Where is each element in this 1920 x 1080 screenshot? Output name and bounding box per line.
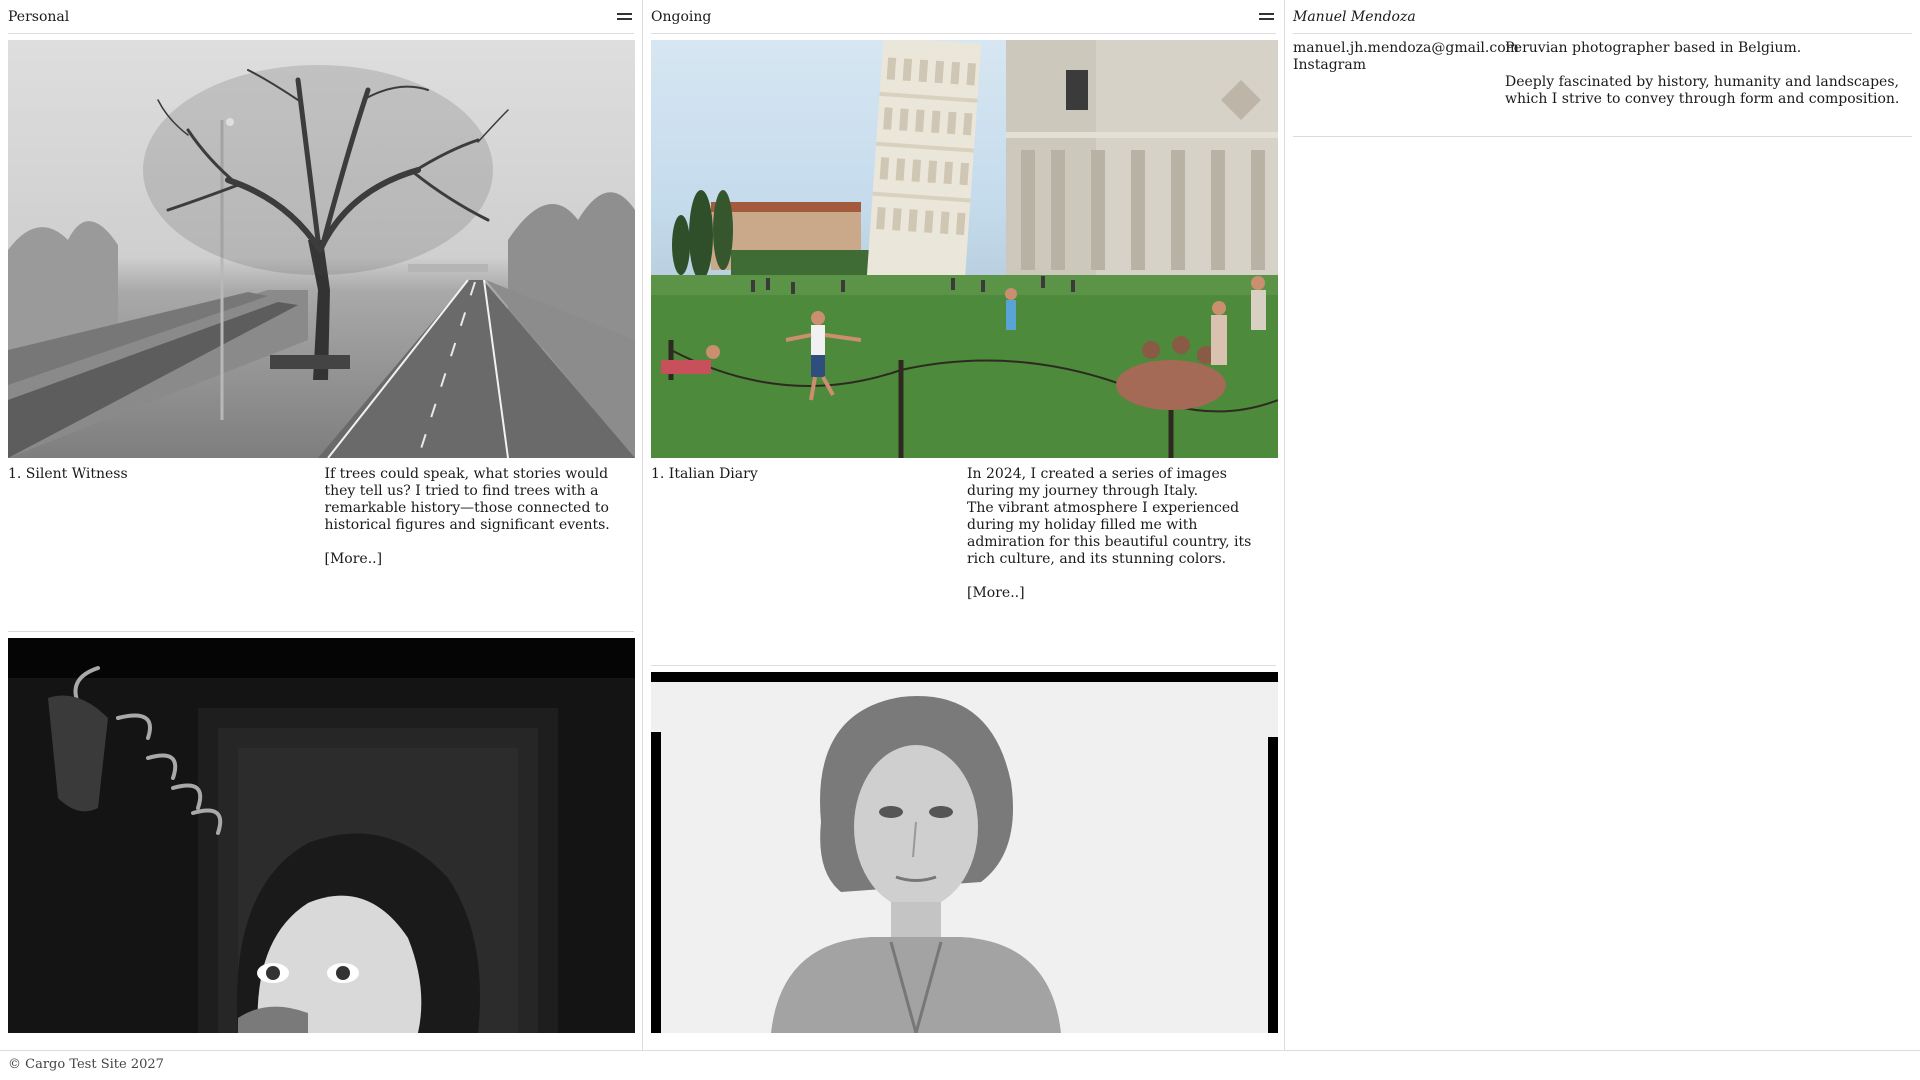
column-title-personal[interactable]: Personal — [8, 0, 69, 34]
project-title[interactable]: 1. Italian Diary — [651, 466, 967, 602]
instagram-link[interactable]: Instagram — [1293, 57, 1505, 74]
column-header-personal: Personal — [8, 0, 634, 34]
bio-text: Deeply fascinated by history, humanity a… — [1505, 74, 1900, 107]
column-title-ongoing[interactable]: Ongoing — [651, 0, 711, 34]
project-description: If trees could speak, what stories would… — [325, 466, 635, 568]
column-personal: Personal 1. Silent Witness If trees coul… — [0, 0, 643, 1050]
about-info: manuel.jh.mendoza@gmail.com Instagram Pe… — [1293, 40, 1912, 137]
project-silent-witness: 1. Silent Witness If trees could speak, … — [8, 40, 635, 568]
menu-icon[interactable] — [1259, 11, 1274, 21]
project-second-ongoing — [651, 672, 1278, 1033]
project-caption: 1. Silent Witness If trees could speak, … — [8, 466, 634, 568]
footer: © Cargo Test Site 2027 — [0, 1050, 1920, 1080]
project-description-text: In 2024, I created a series of images du… — [966, 466, 1227, 499]
project-image-woman-portrait[interactable] — [651, 672, 1278, 1033]
more-link[interactable]: [More..] — [325, 551, 383, 568]
project-caption: 1. Italian Diary In 2024, I created a se… — [651, 466, 1276, 602]
bio: Peruvian photographer based in Belgium. … — [1505, 40, 1912, 108]
column-header-about: Manuel Mendoza — [1293, 0, 1912, 34]
site-title[interactable]: Manuel Mendoza — [1293, 0, 1416, 34]
project-description-text: The vibrant atmosphere I experienced dur… — [966, 500, 1252, 567]
footer-copyright: © Cargo Test Site 2027 — [8, 1057, 164, 1072]
column-about: Manuel Mendoza manuel.jh.mendoza@gmail.c… — [1285, 0, 1920, 1050]
project-second-personal — [8, 638, 635, 1033]
project-title[interactable]: 1. Silent Witness — [8, 466, 325, 568]
divider — [8, 631, 634, 632]
bio-text: Peruvian photographer based in Belgium. — [1505, 40, 1802, 56]
project-image-italian-diary[interactable] — [651, 40, 1278, 458]
email-link[interactable]: manuel.jh.mendoza@gmail.com — [1293, 40, 1519, 57]
menu-icon[interactable] — [617, 11, 632, 21]
page: Personal 1. Silent Witness If trees coul… — [0, 0, 1920, 1080]
contact-links: manuel.jh.mendoza@gmail.com Instagram — [1293, 40, 1519, 108]
project-description: In 2024, I created a series of images du… — [967, 466, 1276, 602]
project-description-text: If trees could speak, what stories would… — [324, 466, 610, 533]
project-image-silent-witness[interactable] — [8, 40, 635, 458]
project-italian-diary: 1. Italian Diary In 2024, I created a se… — [651, 40, 1278, 602]
column-header-ongoing: Ongoing — [651, 0, 1276, 34]
more-link[interactable]: [More..] — [967, 585, 1025, 602]
divider — [651, 665, 1276, 666]
project-image-girl-portrait[interactable] — [8, 638, 635, 1033]
column-ongoing: Ongoing 1. Italian Diary In 2024, I crea… — [643, 0, 1285, 1050]
